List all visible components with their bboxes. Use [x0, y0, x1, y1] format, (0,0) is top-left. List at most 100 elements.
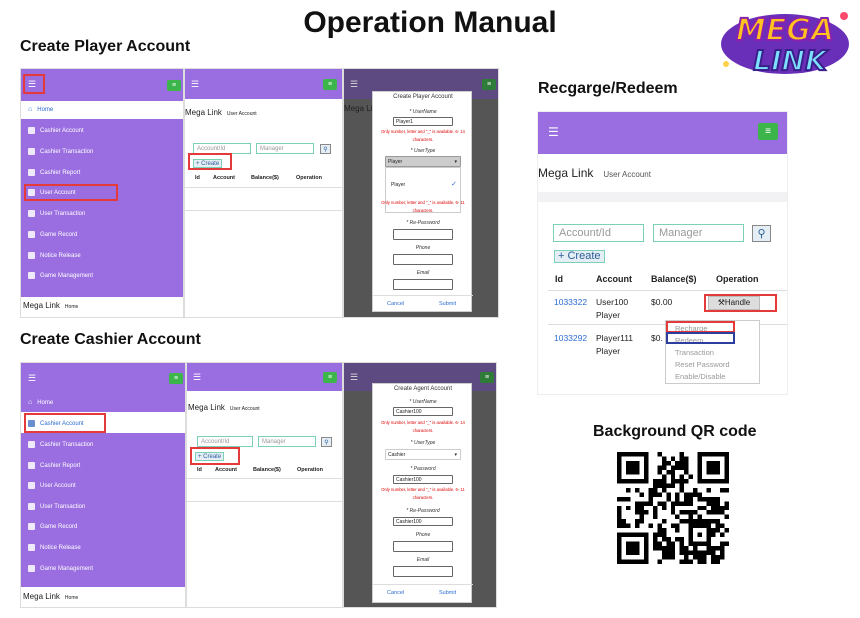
menu-home[interactable]: ⌂ Home — [21, 106, 53, 113]
qr-code — [617, 452, 729, 569]
cancel-button[interactable]: Cancel — [387, 301, 404, 307]
hamburger-icon: ☰ — [350, 372, 359, 382]
menu-home[interactable]: ⌂ Home — [21, 399, 53, 406]
manager-search-input[interactable]: Manager — [256, 143, 314, 154]
menu-toggle-button[interactable]: ≡ — [758, 123, 778, 140]
row1-id[interactable]: 1033322 — [554, 297, 587, 307]
manager-search-input[interactable]: Manager — [653, 224, 744, 242]
menu-item-cashier-report[interactable]: Cashier Report — [21, 169, 80, 176]
info-icon — [28, 272, 35, 279]
menu-item-notice-release[interactable]: Notice Release — [21, 252, 81, 259]
row1-balance: $0.00 — [651, 297, 673, 307]
row2-balance: $0. — [651, 333, 663, 343]
submit-button[interactable]: Submit — [439, 590, 456, 596]
col-operation: Operation — [297, 467, 323, 473]
phone-input[interactable] — [393, 254, 453, 265]
menu-toggle-button[interactable]: ≡ — [167, 80, 181, 91]
menu-item-game-management[interactable]: Game Management — [21, 272, 93, 279]
player-menu-screenshot: ☰ ≡ ⌂ Home Cashier Account Cashier Trans… — [20, 68, 184, 318]
menu-item-cashier-account[interactable]: Cashier Account — [21, 127, 84, 134]
highlight-cashier-account — [24, 413, 106, 433]
recharge-screenshot: ☰ ≡ Mega Link User Account Account/Id Man… — [537, 111, 788, 395]
section-recharge: Recgarge/Redeem — [538, 80, 678, 97]
menu-item-user-transaction[interactable]: User Transaction — [21, 210, 85, 217]
hamburger-icon[interactable]: ☰ — [191, 79, 199, 90]
repassword-input[interactable]: Cashier100 — [393, 517, 453, 526]
breadcrumb: Mega Link User Account — [188, 403, 260, 412]
phone-input[interactable] — [393, 541, 453, 552]
usertype-select[interactable]: Player ▾ — [385, 156, 461, 167]
breadcrumb: Mega Link User Account — [538, 166, 651, 180]
breadcrumb: Mega Link User Account — [185, 108, 257, 117]
cancel-button[interactable]: Cancel — [387, 590, 404, 596]
username-label: * UserName — [409, 109, 437, 115]
search-icon[interactable]: ⚲ — [321, 437, 332, 447]
mega-link-logo: MEGA LINK — [716, 6, 854, 78]
col-operation: Operation — [296, 175, 322, 181]
menu-toggle-button[interactable]: ≡ — [323, 79, 337, 90]
highlight-create — [188, 153, 232, 170]
manager-search-input[interactable]: Manager — [258, 436, 316, 447]
username-label: * UserName — [409, 399, 437, 405]
qr-code-graphic — [617, 452, 729, 564]
search-icon[interactable]: ⚲ — [320, 144, 331, 154]
menu-enable-disable[interactable]: Enable/Disable — [675, 372, 725, 381]
bell-icon — [28, 252, 35, 259]
hamburger-icon[interactable]: ☰ — [28, 373, 36, 384]
row2-account: Player111 — [596, 333, 634, 343]
col-id: Id — [555, 274, 563, 284]
username-hint-2: characters. — [412, 428, 434, 433]
bell-icon — [28, 544, 35, 551]
menu-item-cashier-transaction[interactable]: Cashier Transaction — [21, 441, 93, 448]
usertype-option-player[interactable]: Player — [391, 182, 405, 188]
highlight-hamburger — [23, 74, 45, 94]
create-player-modal: Create Player Account * UserName Player1… — [372, 91, 473, 312]
menu-item-user-transaction[interactable]: User Transaction — [21, 503, 85, 510]
submit-button[interactable]: Submit — [439, 301, 456, 307]
transaction-icon — [28, 503, 35, 510]
usertype-select[interactable]: Cashier ▾ — [385, 449, 461, 460]
usertype-hint: Only number, letter and "_" is available… — [381, 200, 465, 205]
check-icon: ✓ — [451, 181, 457, 188]
menu-item-game-record[interactable]: Game Record — [21, 231, 77, 238]
password-input[interactable]: Cashier100 — [393, 475, 453, 484]
transaction-icon — [28, 210, 35, 217]
player-list-screenshot: ☰ ≡ Mega Link User Account Account/Id Man… — [184, 68, 343, 318]
row1-account: User100 — [596, 297, 629, 307]
highlight-create — [190, 447, 240, 465]
hamburger-icon[interactable]: ☰ — [193, 372, 201, 383]
phone-label: Phone — [415, 245, 431, 251]
menu-item-user-account[interactable]: User Account — [21, 482, 76, 489]
menu-item-game-management[interactable]: Game Management — [21, 565, 93, 572]
username-input[interactable]: Player1 — [393, 117, 453, 126]
chevron-down-icon: ▾ — [454, 159, 457, 165]
menu-toggle-button[interactable]: ≡ — [323, 372, 337, 383]
email-label: Email — [416, 270, 430, 276]
email-input[interactable] — [393, 279, 453, 290]
col-balance: Balance($) — [253, 467, 281, 473]
row2-id[interactable]: 1033292 — [554, 333, 587, 343]
email-input[interactable] — [393, 566, 453, 577]
account-search-input[interactable]: Account/Id — [197, 436, 253, 447]
menu-reset-password[interactable]: Reset Password — [675, 360, 730, 369]
repassword-input[interactable] — [393, 229, 453, 240]
menu-item-game-record[interactable]: Game Record — [21, 523, 77, 530]
menu-item-notice-release[interactable]: Notice Release — [21, 544, 81, 551]
create-button[interactable]: + Create — [554, 250, 605, 263]
menu-transaction[interactable]: Transaction — [675, 348, 714, 357]
col-operation: Operation — [716, 274, 759, 284]
highlight-user-account — [24, 184, 118, 201]
col-balance: Balance($) — [251, 175, 279, 181]
cashier-menu-screenshot: ☰ ≡ ⌂ Home Cashier Account Cashier Trans… — [20, 362, 186, 608]
transfer-icon — [28, 148, 35, 155]
hamburger-icon[interactable]: ☰ — [548, 125, 559, 139]
username-input[interactable]: Cashier100 — [393, 407, 453, 416]
menu-toggle-button[interactable]: ≡ — [169, 373, 183, 384]
highlight-redeem — [666, 332, 735, 344]
player-modal-screenshot: ☰ ≡ Mega Link Create Player Account * Us… — [343, 68, 499, 318]
menu-item-cashier-transaction[interactable]: Cashier Transaction — [21, 148, 93, 155]
menu-item-cashier-report[interactable]: Cashier Report — [21, 462, 80, 469]
repassword-label: * Re-Password — [406, 220, 440, 226]
account-search-input[interactable]: Account/Id — [553, 224, 644, 242]
search-icon[interactable]: ⚲ — [752, 225, 771, 242]
